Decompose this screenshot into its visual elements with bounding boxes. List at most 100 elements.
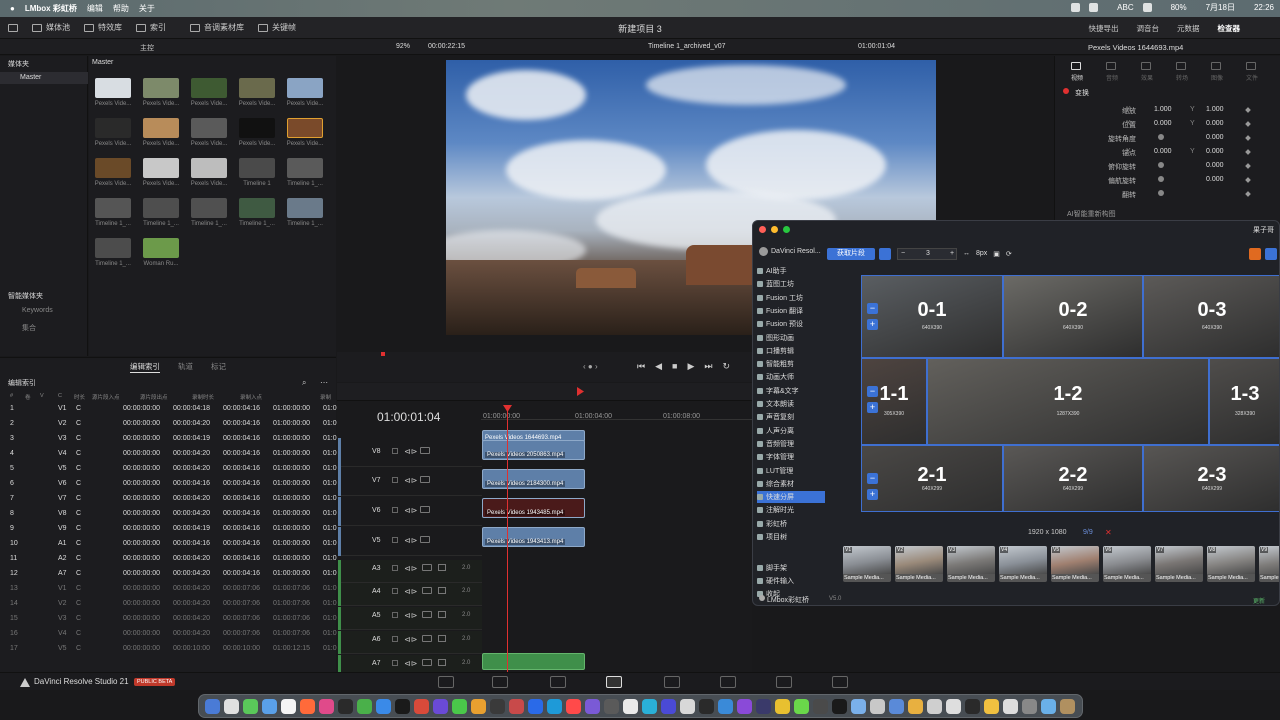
more-options-icon[interactable]: ⋯ bbox=[320, 378, 328, 387]
edit-index-row[interactable]: 17 V5 C 00:00:00:00 00:00:10:00 00:00:10:00 01… bbox=[0, 642, 337, 657]
edit-index-row[interactable]: 16 V4 C 00:00:00:00 00:00:04:20 00:00:07:06 01… bbox=[0, 627, 337, 642]
edit-index-row[interactable]: 6 V6 C 00:00:00:00 00:00:04:16 00:00:04:16 01:… bbox=[0, 477, 337, 492]
menubar-item-help[interactable]: 帮助 bbox=[113, 3, 129, 14]
dock-app-icon[interactable] bbox=[889, 699, 904, 714]
apple-icon[interactable]: ● bbox=[10, 4, 15, 13]
edit-index-row[interactable]: 14 V2 C 00:00:00:00 00:00:04:20 00:00:07:06 01… bbox=[0, 597, 337, 612]
edit-index-row[interactable]: 4 V4 C 00:00:00:00 00:00:04:20 00:00:04:16 01:… bbox=[0, 447, 337, 462]
inspector-x-value[interactable]: 0.000 bbox=[1154, 148, 1172, 155]
dock-app-icon[interactable] bbox=[699, 699, 714, 714]
lock-icon[interactable] bbox=[392, 588, 398, 594]
zoom-level[interactable]: 92% bbox=[396, 43, 410, 50]
inspector-tab-0[interactable]: 视频 bbox=[1067, 73, 1087, 82]
skip-forward-icon[interactable]: ⏭ bbox=[704, 361, 712, 372]
plugin-menu-item[interactable]: 动画大师 bbox=[757, 371, 825, 383]
dock-app-icon[interactable] bbox=[414, 699, 429, 714]
strip-clip[interactable]: V2 Sample Media... bbox=[895, 546, 943, 582]
solo-icon[interactable] bbox=[438, 564, 446, 571]
inspector-tab-2[interactable]: 效果 bbox=[1137, 73, 1157, 82]
plugin-menu-item[interactable]: 快速分屏 bbox=[757, 491, 825, 504]
menubar-app-name[interactable]: LMbox 彩虹桥 bbox=[25, 3, 77, 14]
timeline-clip[interactable]: Pexels Videos 1943413.mp4 bbox=[482, 527, 585, 547]
dock-app-icon[interactable] bbox=[813, 699, 828, 714]
dock-app-icon[interactable] bbox=[338, 699, 353, 714]
auto-track-icon[interactable]: ⊲⊳ bbox=[404, 447, 417, 456]
column-header[interactable]: 卷 bbox=[25, 393, 31, 401]
window-close-icon[interactable] bbox=[759, 226, 766, 233]
column-header[interactable]: 源片段入点 bbox=[92, 393, 120, 401]
strip-clip[interactable]: V4 Sample Media... bbox=[999, 546, 1047, 582]
decrement-icon[interactable]: − bbox=[901, 250, 905, 257]
dock-app-icon[interactable] bbox=[490, 699, 505, 714]
dock-app-icon[interactable] bbox=[737, 699, 752, 714]
inspector-y-value[interactable]: 0.000 bbox=[1206, 134, 1224, 141]
dock-app-icon[interactable] bbox=[224, 699, 239, 714]
dock-app-icon[interactable] bbox=[718, 699, 733, 714]
timeline-clip[interactable]: Pexels Videos 1943485.mp4 bbox=[482, 498, 585, 518]
dock-app-icon[interactable] bbox=[300, 699, 315, 714]
remove-cell-icon[interactable]: − bbox=[867, 386, 878, 397]
media-page-icon[interactable] bbox=[438, 676, 454, 688]
keyframe-icon[interactable] bbox=[1245, 177, 1251, 183]
clip-thumbnail[interactable] bbox=[143, 158, 179, 178]
plugin-menu-item[interactable]: 声音复刻 bbox=[757, 411, 825, 423]
lock-icon[interactable] bbox=[392, 565, 398, 571]
column-header[interactable]: 源片段出点 bbox=[140, 393, 168, 401]
clip-thumbnail[interactable] bbox=[143, 238, 179, 258]
inspector-y-value[interactable]: 0.000 bbox=[1206, 120, 1224, 127]
auto-track-icon[interactable]: ⊲⊳ bbox=[404, 476, 417, 485]
timeline-playhead[interactable] bbox=[507, 408, 508, 672]
add-cell-icon[interactable]: + bbox=[867, 489, 878, 500]
keyframe-icon[interactable] bbox=[1245, 121, 1251, 127]
inspector-tab-4[interactable]: 图像 bbox=[1207, 73, 1227, 82]
remove-cell-icon[interactable]: − bbox=[867, 473, 878, 484]
dock-app-icon[interactable] bbox=[775, 699, 790, 714]
play-icon[interactable]: ▶ bbox=[687, 361, 694, 372]
window-zoom-icon[interactable] bbox=[783, 226, 790, 233]
plugin-menu-item[interactable]: 图形动画 bbox=[757, 332, 825, 344]
dock-app-icon[interactable] bbox=[604, 699, 619, 714]
edit-index-row[interactable]: 8 V8 C 00:00:00:00 00:00:04:20 00:00:04:16 01:… bbox=[0, 507, 337, 522]
dock-app-icon[interactable] bbox=[851, 699, 866, 714]
dock-app-icon[interactable] bbox=[395, 699, 410, 714]
index-button[interactable]: 索引 bbox=[136, 22, 166, 33]
column-header[interactable]: C bbox=[58, 393, 62, 399]
clip-thumbnail[interactable] bbox=[191, 118, 227, 138]
split-cell[interactable]: 2-2 640X299 bbox=[1003, 445, 1143, 512]
window-minimize-icon[interactable] bbox=[771, 226, 778, 233]
strip-clip[interactable]: V6 Sample Media... bbox=[1103, 546, 1151, 582]
inspector-tab-icon[interactable] bbox=[1106, 62, 1116, 70]
dock-app-icon[interactable] bbox=[357, 699, 372, 714]
strip-clip[interactable]: V1 Sample Media... bbox=[843, 546, 891, 582]
cut-page-icon[interactable] bbox=[492, 676, 508, 688]
split-cell[interactable]: 2-1 640X299 bbox=[861, 445, 1003, 512]
inspector-x-value[interactable]: 1.000 bbox=[1154, 106, 1172, 113]
edit-index-row[interactable]: 12 A7 C 00:00:00:00 00:00:04:20 00:00:04:16 01… bbox=[0, 567, 337, 582]
deliver-page-icon[interactable] bbox=[776, 676, 792, 688]
smart-bin-keywords[interactable]: Keywords bbox=[22, 307, 53, 314]
strip-clip[interactable]: V3 Sample Media... bbox=[947, 546, 995, 582]
dock-app-icon[interactable] bbox=[1060, 699, 1075, 714]
add-cell-icon[interactable]: + bbox=[867, 319, 878, 330]
split-cell[interactable]: 1-3 328X390 bbox=[1209, 358, 1279, 445]
audio-clip[interactable] bbox=[482, 653, 585, 670]
dock-app-icon[interactable] bbox=[566, 699, 581, 714]
plugin-menu-item[interactable]: 字幕&文字 bbox=[757, 385, 825, 397]
plugin-menu-item[interactable]: Fusion 翻译 bbox=[757, 305, 825, 317]
split-cell[interactable]: 2-3 640X299 bbox=[1143, 445, 1279, 512]
keyframe-icon[interactable] bbox=[1245, 191, 1251, 197]
inspector-y-value[interactable]: 1.000 bbox=[1206, 106, 1224, 113]
count-value[interactable]: 3 bbox=[926, 250, 930, 257]
clip-thumbnail[interactable] bbox=[191, 78, 227, 98]
edit-index-row[interactable]: 7 V7 C 00:00:00:00 00:00:04:20 00:00:04:16 01:… bbox=[0, 492, 337, 507]
lock-icon[interactable] bbox=[392, 507, 398, 513]
clip-thumbnail[interactable] bbox=[287, 78, 323, 98]
plugin-menu-item[interactable]: 蓝图工坊 bbox=[757, 278, 825, 290]
split-cell[interactable]: 0-3 640X390 bbox=[1143, 275, 1279, 358]
auto-track-icon[interactable]: ⊲⊳ bbox=[404, 506, 417, 515]
timeline-name[interactable]: Timeline 1_archived_v07 bbox=[648, 43, 726, 50]
clip-thumbnail[interactable] bbox=[191, 158, 227, 178]
dock-app-icon[interactable] bbox=[642, 699, 657, 714]
tab-tracks[interactable]: 轨道 bbox=[178, 361, 193, 373]
edit-index-row[interactable]: 2 V2 C 00:00:00:00 00:00:04:20 00:00:04:16 01:… bbox=[0, 417, 337, 432]
